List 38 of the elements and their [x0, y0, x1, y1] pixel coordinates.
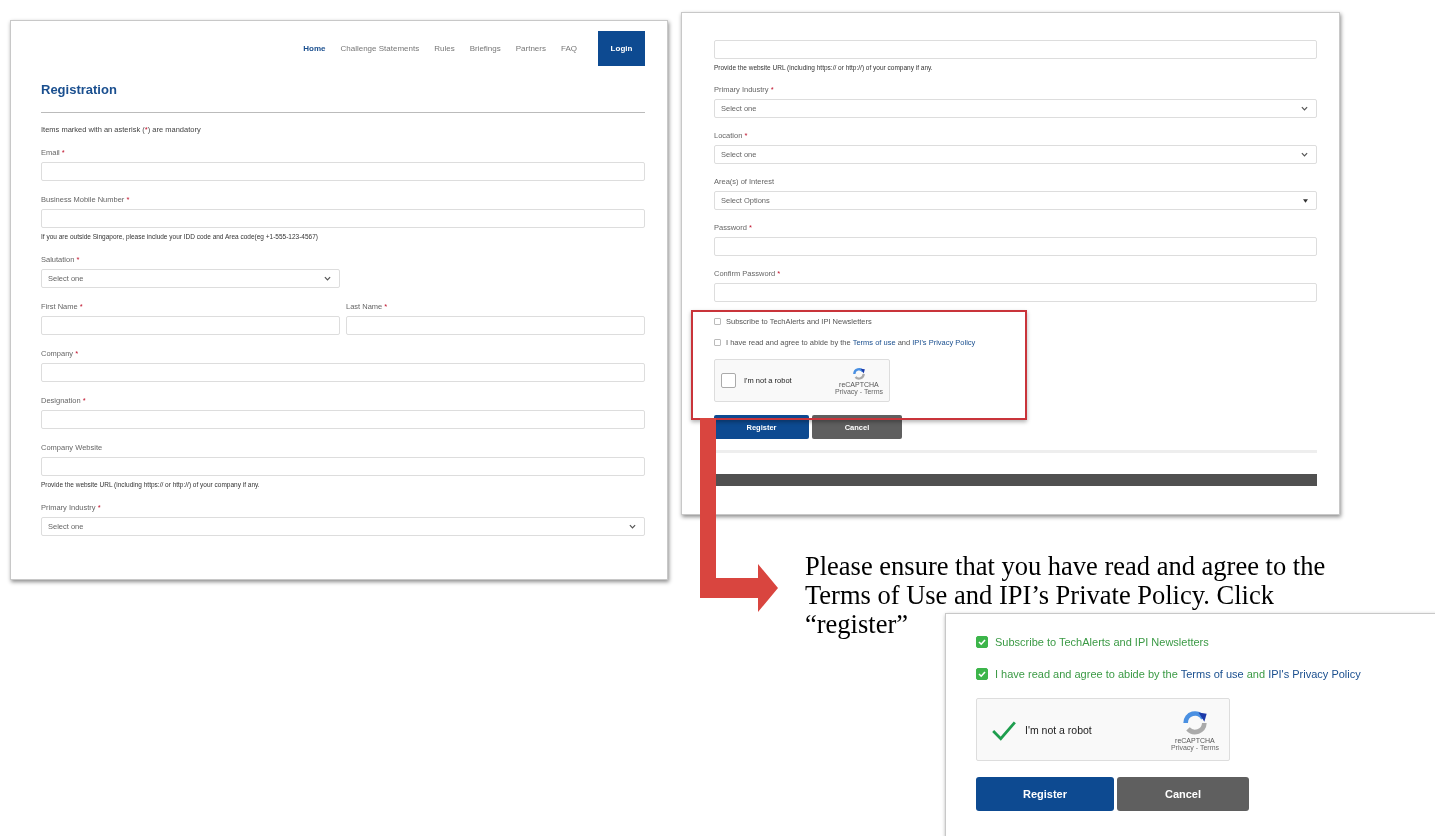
captcha-label: I'm not a robot	[1025, 723, 1093, 736]
caret-down-icon	[1303, 198, 1308, 203]
instruction-text: Please ensure that you have read and agree to the Terms of Use and IPI’s Private Policy. Click “register”	[805, 552, 1327, 639]
input-field[interactable]	[714, 40, 1317, 59]
login-button[interactable]: Login	[598, 31, 645, 66]
input-field[interactable]	[41, 316, 340, 335]
input-field[interactable]	[41, 209, 645, 228]
input-field[interactable]	[346, 316, 645, 335]
nav-link[interactable]: Rules	[434, 44, 455, 53]
checkbox[interactable]	[714, 318, 721, 325]
input-field[interactable]	[41, 457, 645, 476]
input-field[interactable]	[714, 237, 1317, 256]
nav-link[interactable]: Home	[303, 44, 326, 53]
link[interactable]: Terms of use	[1180, 668, 1244, 680]
cancel-button[interactable]: Cancel	[1117, 777, 1249, 811]
checkbox-label: Subscribe to TechAlerts and IPI Newsletters	[995, 636, 1209, 648]
nav-link[interactable]: Partners	[515, 44, 546, 53]
nav-link[interactable]: Briefings	[469, 44, 501, 53]
checkbox[interactable]	[976, 636, 988, 648]
checkbox-label: I have read and agree to abide by the Terms of use and IPI's Privacy Policy	[995, 668, 1361, 680]
checkbox[interactable]	[714, 339, 721, 346]
checkbox[interactable]	[721, 373, 736, 388]
nav-link[interactable]: Challenge Statements	[340, 44, 420, 53]
circular-arrow-icon	[851, 366, 866, 381]
chevron-down-icon	[1301, 152, 1308, 157]
input-field[interactable]	[41, 162, 645, 181]
page-title: Registration	[41, 80, 645, 113]
circular-arrow-icon	[1180, 708, 1209, 737]
input-field[interactable]	[41, 410, 645, 429]
input-field[interactable]	[41, 363, 645, 382]
register-button[interactable]: Register	[976, 777, 1114, 811]
chevron-down-icon	[324, 276, 331, 281]
chevron-down-icon	[629, 524, 636, 529]
input-field[interactable]	[714, 283, 1317, 302]
nav-link[interactable]: FAQ	[561, 44, 577, 53]
checkbox[interactable]	[976, 668, 988, 680]
chevron-down-icon	[1301, 106, 1308, 111]
link[interactable]: IPI's Privacy Policy	[1268, 668, 1361, 680]
